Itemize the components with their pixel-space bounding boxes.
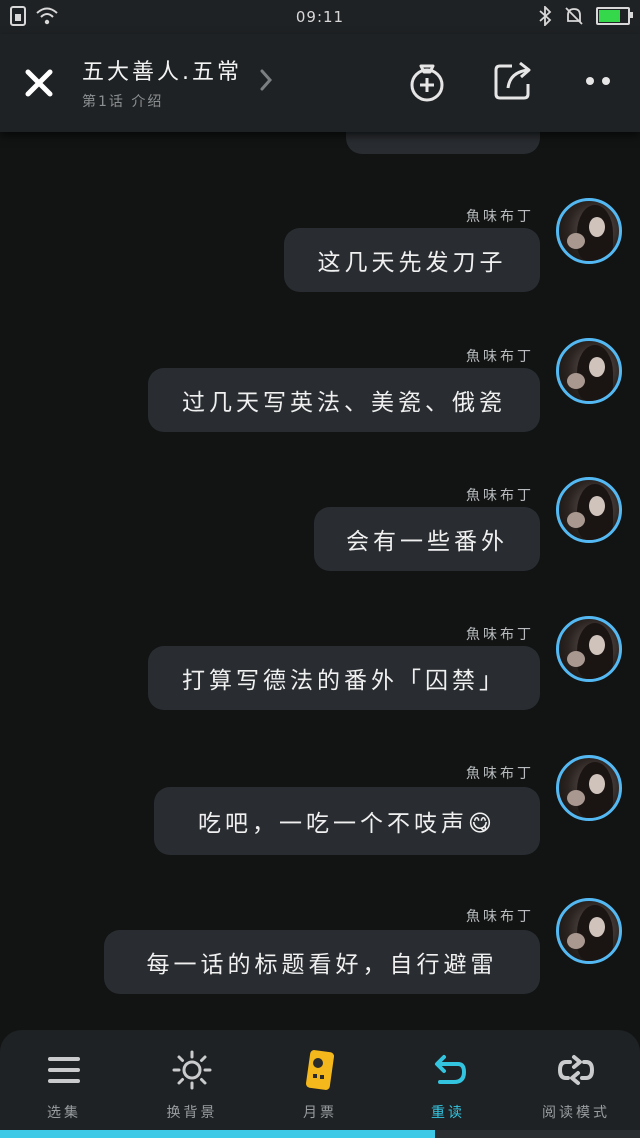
chapter-subtitle: 第1话 介绍 xyxy=(82,94,164,110)
sender-name: 魚味布丁 xyxy=(466,209,534,225)
avatar[interactable] xyxy=(556,198,622,264)
message-bubble[interactable]: 每一话的标题看好，自行避雷 xyxy=(104,930,540,994)
nav-change-background[interactable]: 换背景 xyxy=(128,1030,256,1130)
message-bubble[interactable]: 这几天先发刀子 xyxy=(284,228,540,292)
avatar[interactable] xyxy=(556,477,622,543)
status-bar: 09:11 xyxy=(0,0,640,34)
sender-name: 魚味布丁 xyxy=(466,488,534,504)
partial-message-bubble xyxy=(346,132,540,154)
bottom-nav: 选集 换背景 月票 重读 阅读模式 xyxy=(0,1030,640,1138)
reading-progress-bar xyxy=(0,1130,640,1138)
sender-name: 魚味布丁 xyxy=(466,349,534,365)
loop-icon xyxy=(557,1055,595,1085)
top-bar: 五大善人.五常 第1话 介绍 xyxy=(0,34,640,132)
chat-area[interactable]: 魚味布丁 这几天先发刀子 魚味布丁 过几天写英法、美瓷、俄瓷 魚味布丁 会有一些… xyxy=(0,132,640,1030)
nav-label: 选集 xyxy=(47,1105,81,1121)
nav-reading-mode[interactable]: 阅读模式 xyxy=(512,1030,640,1130)
more-icon[interactable] xyxy=(576,58,622,104)
nav-monthly-ticket[interactable]: 月票 xyxy=(256,1030,384,1130)
message-bubble[interactable]: 过几天写英法、美瓷、俄瓷 xyxy=(148,368,540,432)
nav-label: 换背景 xyxy=(166,1105,218,1121)
avatar[interactable] xyxy=(556,616,622,682)
nav-label: 重读 xyxy=(431,1105,465,1121)
avatar[interactable] xyxy=(556,338,622,404)
message-bubble[interactable]: 打算写德法的番外「囚禁」 xyxy=(148,646,540,710)
close-button[interactable] xyxy=(18,62,60,104)
message-bubble[interactable]: 吃吧，一吃一个不吱声😋 xyxy=(154,787,540,855)
menu-icon xyxy=(48,1057,80,1083)
replay-icon xyxy=(435,1055,467,1084)
nav-label: 月票 xyxy=(303,1105,337,1121)
close-icon xyxy=(25,69,53,97)
chevron-right-icon[interactable] xyxy=(258,68,274,92)
bluetooth-icon xyxy=(539,6,552,26)
nav-label: 阅读模式 xyxy=(542,1105,610,1121)
story-title[interactable]: 五大善人.五常 xyxy=(82,54,242,86)
message-bubble[interactable]: 会有一些番外 xyxy=(314,507,540,571)
status-right-icons xyxy=(538,6,633,26)
sender-name: 魚味布丁 xyxy=(466,627,534,643)
battery-icon xyxy=(596,7,633,25)
nav-select-episode[interactable]: 选集 xyxy=(0,1030,128,1130)
avatar[interactable] xyxy=(556,898,622,964)
ticket-icon xyxy=(305,1050,335,1090)
avatar[interactable] xyxy=(556,755,622,821)
bag-add-icon[interactable] xyxy=(404,58,450,104)
bell-muted-icon xyxy=(565,7,583,25)
sender-name: 魚味布丁 xyxy=(466,766,534,782)
reading-progress-fill xyxy=(0,1130,436,1138)
share-icon[interactable] xyxy=(490,58,536,104)
nav-reread[interactable]: 重读 xyxy=(384,1030,512,1130)
sun-icon xyxy=(172,1050,212,1090)
sender-name: 魚味布丁 xyxy=(466,909,534,925)
